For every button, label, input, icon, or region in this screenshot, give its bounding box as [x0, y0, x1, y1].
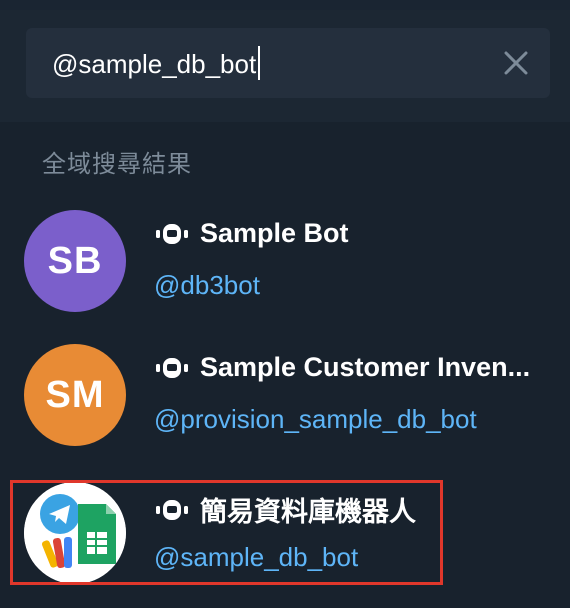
search-input[interactable]: @sample_db_bot — [52, 46, 261, 80]
search-result-sample-bot[interactable]: SB Sample Bot @db3bot — [0, 194, 570, 328]
avatar: SB — [24, 210, 126, 312]
bot-icon — [156, 499, 188, 520]
result-name: Sample Customer Inven... — [200, 352, 531, 382]
search-bar: @sample_db_bot — [0, 10, 570, 122]
bot-icon — [156, 357, 188, 378]
avatar: SM — [24, 344, 126, 446]
search-field[interactable]: @sample_db_bot — [26, 28, 550, 98]
text-caret — [258, 46, 261, 80]
section-title: 全域搜尋結果 — [42, 151, 192, 178]
bot-icon — [156, 223, 188, 244]
result-name-row: Sample Customer Inven... — [154, 352, 530, 383]
result-name-row: Sample Bot — [154, 218, 349, 249]
avatar — [24, 482, 126, 584]
close-icon[interactable] — [502, 49, 530, 77]
result-name-row: 簡易資料庫機器人 — [154, 490, 416, 529]
result-handle: @provision_sample_db_bot — [154, 404, 477, 434]
global-search-panel: @sample_db_bot 全域搜尋結果 SB Sample Bot @db3… — [0, 0, 570, 608]
result-handle: @sample_db_bot — [154, 542, 359, 572]
telegram-sheets-logo-icon — [24, 482, 126, 584]
result-name: 簡易資料庫機器人 — [200, 497, 416, 527]
search-result-sample-customer-inventory[interactable]: SM Sample Customer Inven... @provision_s… — [0, 328, 570, 462]
result-handle: @db3bot — [154, 270, 260, 300]
result-name: Sample Bot — [200, 218, 349, 248]
search-result-sample-db-bot[interactable]: 簡易資料庫機器人 @sample_db_bot — [0, 466, 570, 600]
search-input-value: @sample_db_bot — [52, 49, 257, 79]
section-header: 全域搜尋結果 — [0, 122, 570, 194]
top-strip — [0, 0, 570, 10]
